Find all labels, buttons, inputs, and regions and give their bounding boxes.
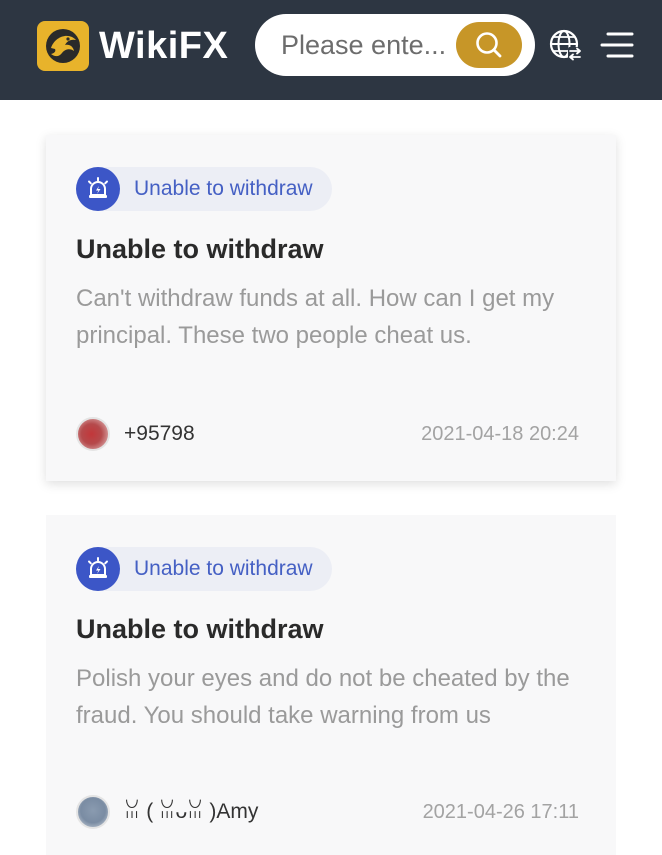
avatar[interactable]: [76, 795, 110, 829]
logo-text[interactable]: WikiFX: [99, 24, 228, 68]
alarm-icon: [76, 167, 120, 211]
complaint-card[interactable]: Unable to withdraw Unable to withdraw Po…: [46, 515, 616, 855]
alarm-icon: [76, 547, 120, 591]
card-body: Can't withdraw funds at all. How can I g…: [76, 285, 555, 349]
complaint-card[interactable]: Unable to withdraw Unable to withdraw Ca…: [46, 135, 616, 481]
top-header: WikiFX: [0, 0, 662, 100]
menu-button[interactable]: [600, 30, 634, 60]
card-title[interactable]: Unable to withdraw: [76, 233, 324, 265]
menu-icon: [600, 32, 634, 58]
wikifx-logo[interactable]: [37, 21, 89, 71]
post-date: 2021-04-26 17:11: [422, 801, 579, 823]
avatar[interactable]: [76, 417, 110, 451]
search-input[interactable]: [281, 26, 456, 64]
eagle-logo-icon: [46, 29, 80, 63]
category-tag-label: Unable to withdraw: [134, 557, 313, 580]
user-name[interactable]: +95798: [124, 421, 195, 447]
card-body: Polish your eyes and do not be cheated b…: [76, 665, 570, 729]
search-bar: [255, 14, 535, 76]
category-tag[interactable]: Unable to withdraw: [76, 167, 332, 211]
user-name[interactable]: ꈍ ( ꈍᴗꈍ )Amy: [124, 799, 258, 825]
search-icon: [476, 32, 502, 58]
category-tag[interactable]: Unable to withdraw: [76, 547, 332, 591]
category-tag-label: Unable to withdraw: [134, 177, 313, 200]
globe-language-icon: [549, 29, 582, 61]
post-date: 2021-04-18 20:24: [421, 423, 579, 445]
search-button[interactable]: [456, 22, 522, 68]
language-button[interactable]: [548, 27, 584, 63]
card-title[interactable]: Unable to withdraw: [76, 613, 324, 645]
